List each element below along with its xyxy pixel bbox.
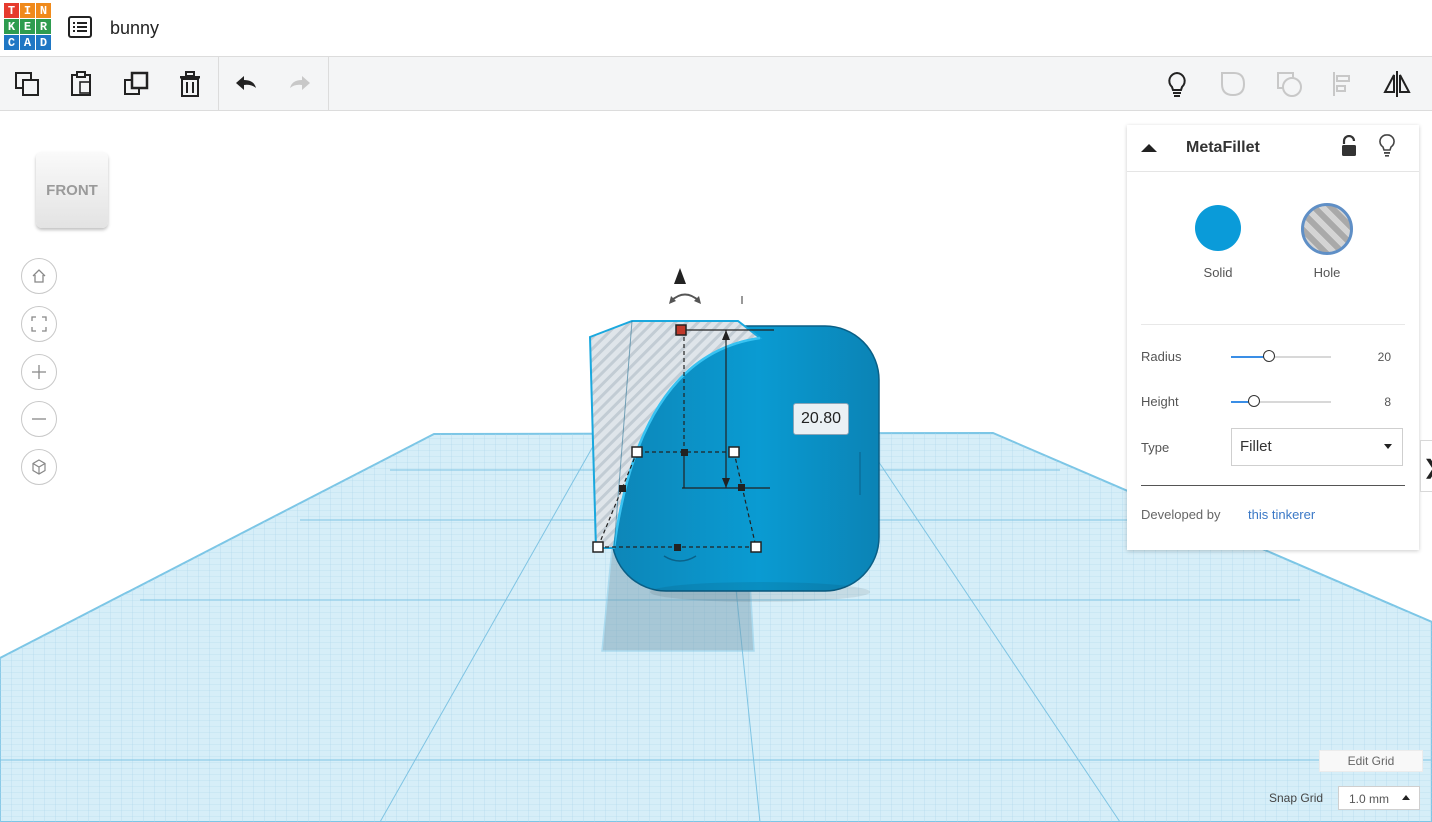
- duplicate-icon[interactable]: [120, 68, 152, 100]
- logo-letter: N: [36, 3, 51, 18]
- logo-letter: K: [4, 19, 19, 34]
- fit-view-icon: [31, 316, 47, 332]
- copy-icon[interactable]: [11, 68, 43, 100]
- inspector-title: MetaFillet: [1186, 139, 1260, 156]
- unlock-icon[interactable]: [1339, 134, 1359, 157]
- home-view-button[interactable]: [21, 258, 57, 294]
- logo-letter: T: [4, 3, 19, 18]
- type-label: Type: [1141, 440, 1170, 455]
- height-slider[interactable]: [1231, 395, 1331, 407]
- perspective-button[interactable]: [21, 449, 57, 485]
- zoom-out-icon: [32, 418, 46, 420]
- dimension-input-box[interactable]: 20.80: [793, 403, 849, 435]
- radius-slider[interactable]: [1231, 350, 1331, 362]
- home-icon: [32, 269, 46, 283]
- zoom-in-icon: [32, 365, 46, 379]
- shapes-panel-toggle[interactable]: ❯: [1420, 440, 1432, 492]
- snap-grid-value: 1.0 mm: [1349, 792, 1390, 806]
- chevron-up-icon: [1402, 795, 1410, 800]
- redo-icon[interactable]: [284, 68, 316, 100]
- developer-link[interactable]: this tinkerer: [1248, 507, 1315, 522]
- toolbar: [0, 57, 1432, 111]
- hole-swatch[interactable]: [1301, 203, 1353, 255]
- radius-value: 20: [1377, 350, 1391, 364]
- align-icon[interactable]: [1327, 68, 1359, 100]
- solid-color-swatch[interactable]: [1195, 205, 1241, 251]
- radius-slider-knob[interactable]: [1263, 350, 1275, 362]
- dimension-value: 20.80: [800, 410, 842, 427]
- edit-grid-button[interactable]: Edit Grid: [1319, 750, 1423, 772]
- developed-by-label: Developed by: [1141, 507, 1221, 522]
- tinkercad-logo[interactable]: T I N K E R C A D: [4, 3, 52, 51]
- radius-label: Radius: [1141, 349, 1182, 364]
- logo-letter: I: [20, 3, 35, 18]
- type-select[interactable]: Fillet: [1231, 428, 1403, 466]
- perspective-icon: [32, 459, 46, 475]
- height-label: Height: [1141, 394, 1179, 409]
- type-select-value: Fillet: [1240, 438, 1272, 455]
- logo-letter: A: [20, 35, 35, 50]
- lightbulb-icon[interactable]: [1161, 68, 1193, 100]
- zoom-in-button[interactable]: [21, 354, 57, 390]
- delete-icon[interactable]: [174, 68, 206, 100]
- hole-label: Hole: [1313, 265, 1341, 280]
- toolbar-divider: [328, 57, 329, 111]
- view-cube-face-label: FRONT: [46, 181, 98, 199]
- toolbar-divider: [218, 57, 219, 111]
- group-icon[interactable]: [1217, 68, 1249, 100]
- logo-letter: D: [36, 35, 51, 50]
- inspector-divider: [1141, 324, 1405, 325]
- logo-letter: R: [36, 19, 51, 34]
- design-title[interactable]: bunny: [110, 18, 159, 39]
- chevron-down-icon: [1384, 444, 1392, 449]
- zoom-out-button[interactable]: [21, 401, 57, 437]
- design-list-icon[interactable]: [68, 16, 92, 38]
- height-value: 8: [1384, 395, 1391, 409]
- collapse-caret-icon[interactable]: [1141, 140, 1157, 156]
- inspector-header: MetaFillet: [1127, 125, 1419, 172]
- lift-arrow-handle[interactable]: [674, 268, 686, 284]
- chevron-right-icon: ❯: [1423, 455, 1432, 480]
- snap-grid-select[interactable]: 1.0 mm: [1338, 786, 1420, 810]
- ungroup-icon[interactable]: [1273, 68, 1305, 100]
- mirror-icon[interactable]: [1381, 68, 1413, 100]
- logo-letter: C: [4, 35, 19, 50]
- solid-label: Solid: [1203, 265, 1233, 280]
- rotate-handle[interactable]: [670, 293, 700, 302]
- view-cube[interactable]: FRONT: [36, 152, 108, 228]
- shape-inspector-panel: MetaFillet Solid Hole Radius 20 Height 8…: [1127, 125, 1419, 550]
- paste-icon[interactable]: [65, 68, 97, 100]
- snap-grid-label: Snap Grid: [1269, 791, 1324, 805]
- logo-letter: E: [20, 19, 35, 34]
- height-slider-knob[interactable]: [1248, 395, 1260, 407]
- top-bar: T I N K E R C A D bunny: [0, 0, 1432, 57]
- lightbulb-icon[interactable]: [1377, 133, 1397, 157]
- inspector-divider: [1141, 485, 1405, 486]
- undo-icon[interactable]: [230, 68, 262, 100]
- fit-view-button[interactable]: [21, 306, 57, 342]
